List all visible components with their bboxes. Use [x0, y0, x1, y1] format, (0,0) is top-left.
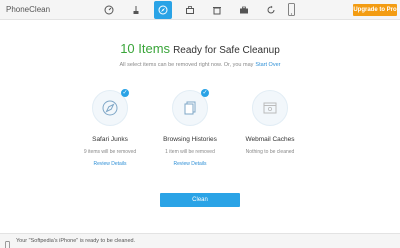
card-browsing-histories[interactable]: ✓ Browsing Histories 1 item will be remo… [150, 89, 230, 170]
card-status: Nothing to be cleaned [245, 149, 295, 155]
review-details-link[interactable]: Review Details [150, 161, 230, 167]
clean-button[interactable]: Clean [160, 193, 240, 207]
title-bar: PhoneClean Upgrade to Pro [0, 0, 400, 20]
subline: All select items can be removed right no… [0, 62, 400, 68]
refresh-icon [267, 5, 275, 14]
card-safari-junks[interactable]: ✓ Safari Junks 9 items will be removed R… [70, 89, 150, 170]
review-details-link[interactable]: Review Details [70, 161, 150, 167]
subline-text: All select items can be removed right no… [119, 62, 254, 68]
tool-refresh[interactable] [262, 1, 280, 19]
toolbox-icon [186, 6, 194, 14]
browser-window-icon [263, 102, 277, 114]
headline-text: Ready for Safe Cleanup [173, 45, 280, 56]
checkmark-icon[interactable]: ✓ [201, 89, 209, 97]
card-icon-circle [252, 90, 288, 126]
status-text: Your "Softpedia's iPhone" is ready to be… [16, 238, 136, 244]
delete-icon [213, 7, 221, 15]
safari-compass-icon [102, 100, 118, 116]
start-over-link[interactable]: Start Over [255, 62, 280, 68]
checkmark-icon[interactable]: ✓ [121, 89, 129, 97]
tool-speedometer[interactable] [100, 1, 118, 19]
card-title: Safari Junks [92, 136, 128, 143]
cleanup-cards: ✓ Safari Junks 9 items will be removed R… [70, 89, 310, 170]
tool-briefcase[interactable] [235, 1, 253, 19]
items-count: 10 Items [120, 41, 171, 56]
card-icon-circle: ✓ [172, 89, 209, 126]
app-title: PhoneClean [6, 5, 51, 14]
card-title: Browsing Histories [163, 136, 217, 143]
tool-broom[interactable] [127, 1, 145, 19]
iphone-icon[interactable] [288, 3, 295, 21]
tool-toolbox[interactable] [181, 1, 199, 19]
card-title: Webmail Caches [245, 136, 295, 143]
compass-icon [158, 5, 168, 15]
phone-status-icon [5, 237, 10, 248]
tool-compass[interactable] [154, 1, 172, 19]
page-title: 10 Items Ready for Safe Cleanup [0, 40, 400, 58]
card-status: 9 items will be removed [83, 149, 137, 155]
document-pages-icon [184, 101, 196, 115]
toolbar [100, 1, 280, 19]
briefcase-icon [240, 6, 248, 14]
broom-icon [133, 6, 139, 14]
card-status: 1 item will be removed [165, 149, 215, 155]
tool-delete[interactable] [208, 1, 226, 19]
speedometer-icon [104, 5, 114, 15]
card-icon-circle: ✓ [92, 89, 129, 126]
card-webmail-caches: Webmail Caches Nothing to be cleaned [230, 90, 310, 170]
status-bar: Your "Softpedia's iPhone" is ready to be… [0, 233, 400, 248]
upgrade-button[interactable]: Upgrade to Pro [353, 4, 397, 16]
